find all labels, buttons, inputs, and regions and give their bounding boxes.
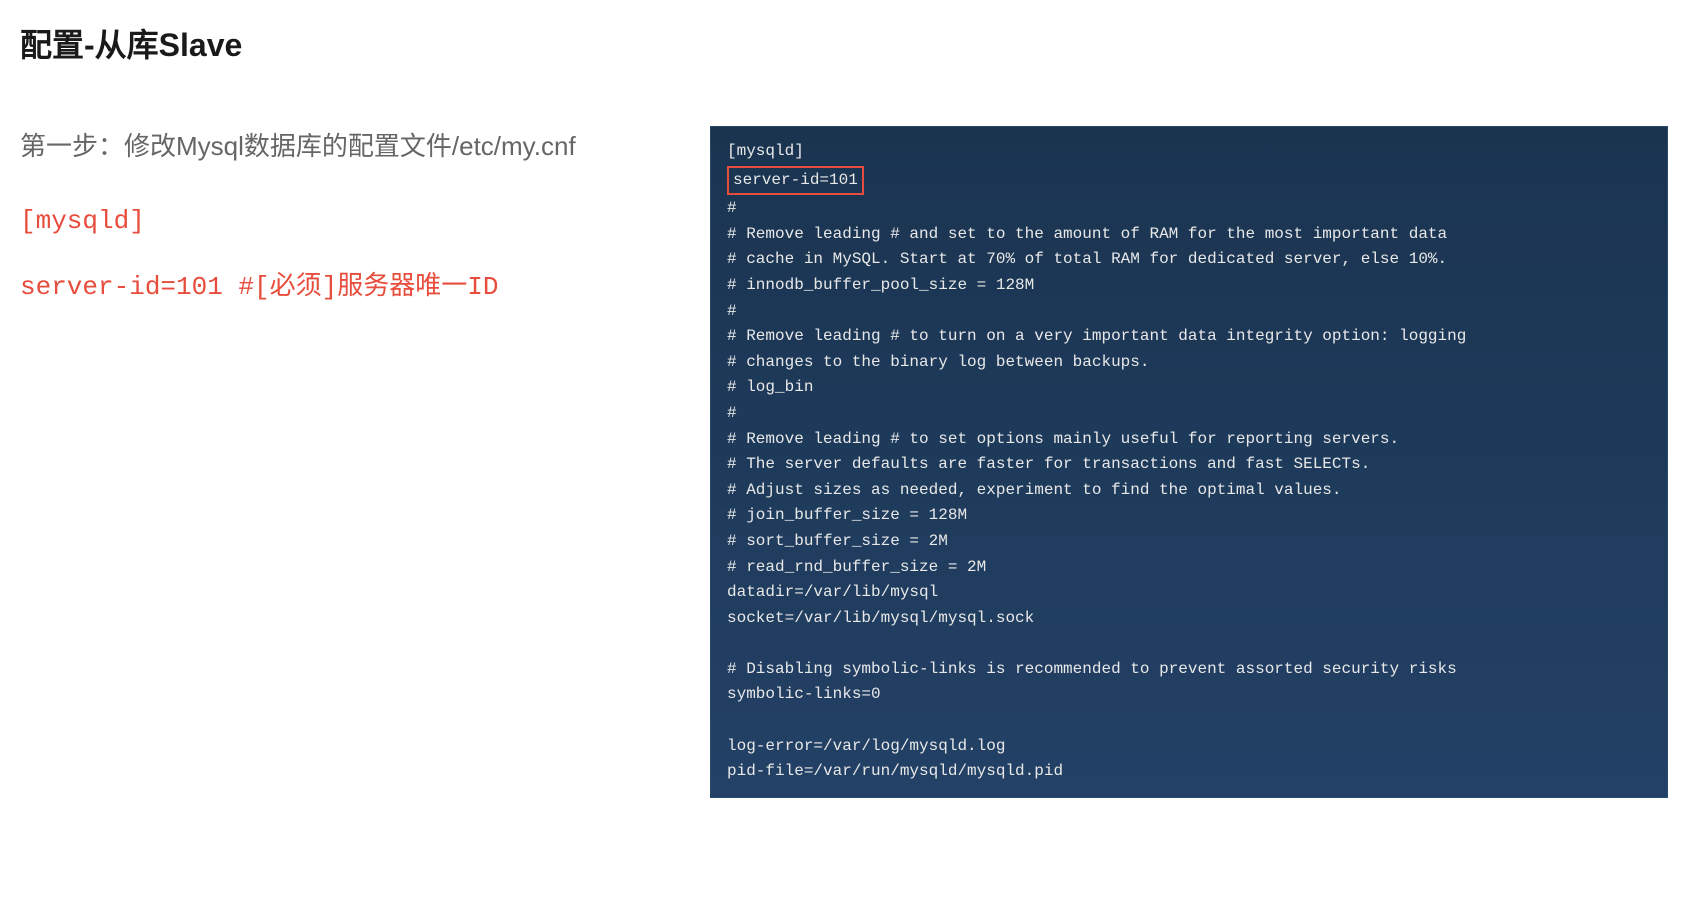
terminal-line: symbolic-links=0 [727,682,1651,708]
terminal-line: # Remove leading # and set to the amount… [727,222,1651,248]
terminal-highlighted-wrapper: server-id=101 [727,165,1651,197]
terminal-line: # log_bin [727,375,1651,401]
terminal-line: # join_buffer_size = 128M [727,503,1651,529]
terminal-line: pid-file=/var/run/mysqld/mysqld.pid [727,759,1651,785]
terminal-line [727,631,1651,657]
terminal-line: # Disabling symbolic-links is recommende… [727,657,1651,683]
terminal-line: socket=/var/lib/mysql/mysql.sock [727,606,1651,632]
content-row: 第一步：修改Mysql数据库的配置文件/etc/my.cnf [mysqld] … [20,126,1668,798]
terminal-line [727,708,1651,734]
config-line-1: [mysqld] [20,198,670,245]
right-column: [mysqld] server-id=101 ## Remove leading… [710,126,1668,798]
terminal-line: # [727,299,1651,325]
terminal-window: [mysqld] server-id=101 ## Remove leading… [710,126,1668,798]
terminal-line: # [727,401,1651,427]
terminal-line: # sort_buffer_size = 2M [727,529,1651,555]
terminal-line: # cache in MySQL. Start at 70% of total … [727,247,1651,273]
left-column: 第一步：修改Mysql数据库的配置文件/etc/my.cnf [mysqld] … [20,126,670,798]
terminal-line: # read_rnd_buffer_size = 2M [727,555,1651,581]
terminal-lines-container: ## Remove leading # and set to the amoun… [727,196,1651,785]
terminal-line: # Adjust sizes as needed, experiment to … [727,478,1651,504]
terminal-line: # Remove leading # to set options mainly… [727,427,1651,453]
terminal-line: # The server defaults are faster for tra… [727,452,1651,478]
terminal-line: # changes to the binary log between back… [727,350,1651,376]
terminal-line: log-error=/var/log/mysqld.log [727,734,1651,760]
terminal-line: # [727,196,1651,222]
terminal-line: [mysqld] [727,139,1651,165]
terminal-line: datadir=/var/lib/mysql [727,580,1651,606]
terminal-highlighted-line: server-id=101 [727,166,864,196]
terminal-line: # innodb_buffer_pool_size = 128M [727,273,1651,299]
step-description: 第一步：修改Mysql数据库的配置文件/etc/my.cnf [20,126,670,168]
terminal-line: # Remove leading # to turn on a very imp… [727,324,1651,350]
page-title: 配置-从库Slave [20,20,1668,66]
config-line-2: server-id=101 #[必须]服务器唯一ID [20,264,670,311]
